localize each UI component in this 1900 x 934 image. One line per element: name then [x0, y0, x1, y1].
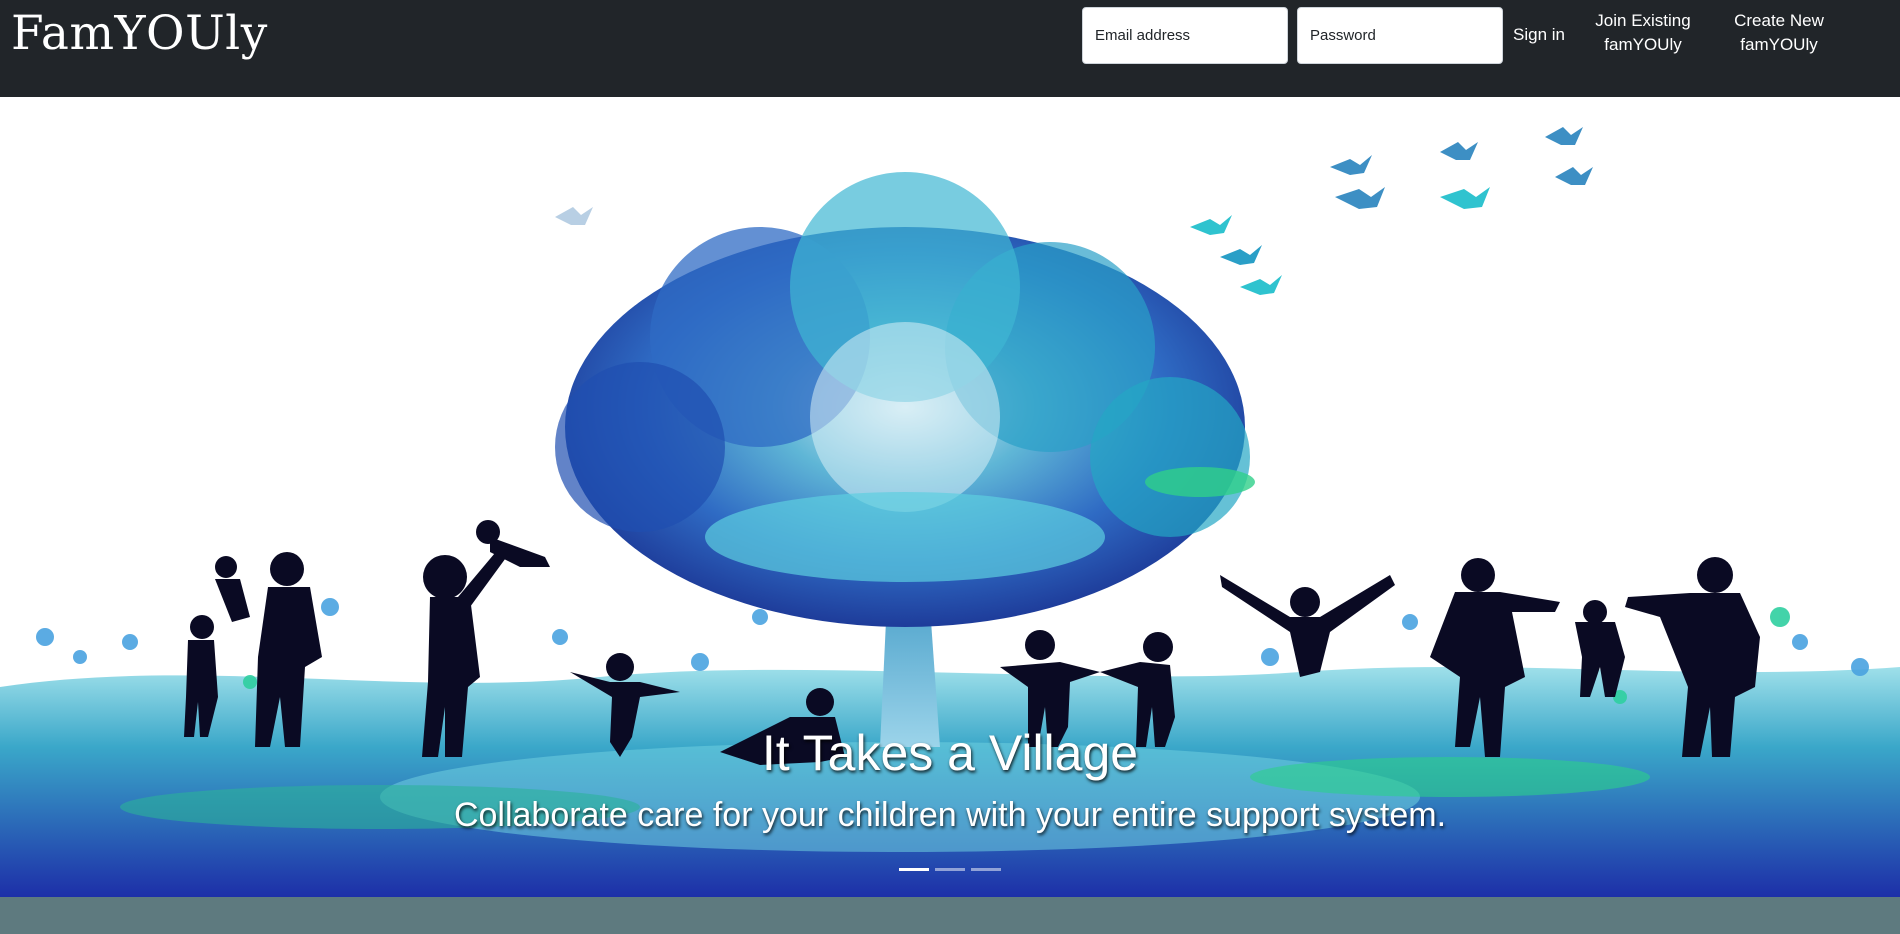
create-new-line2: famYOUly: [1740, 35, 1818, 54]
email-input[interactable]: [1082, 7, 1288, 64]
join-existing-line1: Join Existing: [1595, 11, 1691, 30]
footer-band: [0, 897, 1900, 934]
carousel-caption-text: Collaborate care for your children with …: [453, 796, 1447, 834]
tree-canopy: [555, 172, 1255, 627]
top-navbar: FamYOUly Sign in Join Existing famYOUly …: [0, 0, 1900, 97]
join-existing-line2: famYOUly: [1604, 35, 1682, 54]
carousel-indicators: [0, 868, 1900, 871]
carousel-indicator-3[interactable]: [971, 868, 1001, 871]
create-new-line1: Create New: [1734, 11, 1824, 30]
brand-logo[interactable]: FamYOUly: [11, 6, 268, 62]
carousel-caption-title: It Takes a Village: [761, 725, 1139, 781]
create-new-link[interactable]: Create New famYOUly: [1718, 9, 1840, 57]
hero-carousel: It Takes a Village Collaborate care for …: [0, 97, 1900, 897]
carousel-indicator-2[interactable]: [935, 868, 965, 871]
sign-in-link[interactable]: Sign in: [1513, 23, 1565, 47]
password-input[interactable]: [1297, 7, 1503, 64]
carousel-indicator-1[interactable]: [899, 868, 929, 871]
join-existing-link[interactable]: Join Existing famYOUly: [1582, 9, 1704, 57]
